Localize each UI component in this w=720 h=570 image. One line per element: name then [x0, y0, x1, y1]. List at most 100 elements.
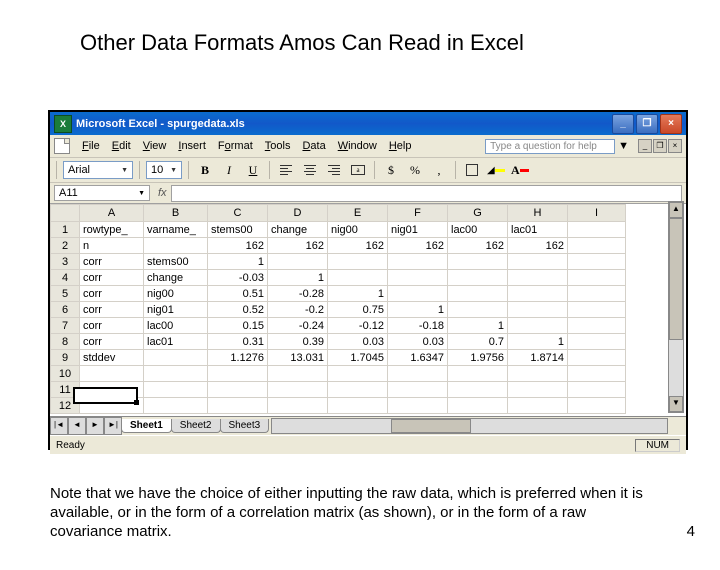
cell[interactable] — [80, 366, 144, 382]
merge-center-button[interactable]: a — [348, 160, 368, 180]
row-header[interactable]: 2 — [51, 238, 80, 254]
horizontal-scrollbar[interactable] — [271, 418, 668, 434]
cell[interactable]: 1.7045 — [328, 350, 388, 366]
scroll-thumb[interactable] — [669, 218, 683, 340]
cell[interactable]: 1 — [208, 254, 268, 270]
cell[interactable] — [568, 366, 626, 382]
cell[interactable]: 162 — [508, 238, 568, 254]
cell[interactable] — [568, 302, 626, 318]
cell[interactable] — [508, 286, 568, 302]
col-header-H[interactable]: H — [508, 205, 568, 222]
cell[interactable]: 162 — [388, 238, 448, 254]
cell[interactable]: 0.39 — [268, 334, 328, 350]
cell[interactable] — [568, 382, 626, 398]
col-header-I[interactable]: I — [568, 205, 626, 222]
cell[interactable]: 1.1276 — [208, 350, 268, 366]
cell[interactable] — [568, 238, 626, 254]
close-button[interactable]: × — [660, 114, 682, 134]
cell[interactable]: 162 — [208, 238, 268, 254]
underline-button[interactable]: U — [243, 160, 263, 180]
scroll-up-icon[interactable]: ▲ — [669, 202, 683, 218]
sheet-tab-3[interactable]: Sheet3 — [220, 419, 270, 433]
cell[interactable] — [448, 398, 508, 414]
cell[interactable] — [448, 254, 508, 270]
align-left-button[interactable] — [276, 160, 296, 180]
cell[interactable] — [144, 398, 208, 414]
row-header[interactable]: 1 — [51, 222, 80, 238]
cell[interactable]: 1 — [388, 302, 448, 318]
cell[interactable]: nig00 — [144, 286, 208, 302]
cell[interactable]: 0.31 — [208, 334, 268, 350]
row-header[interactable]: 7 — [51, 318, 80, 334]
cell[interactable]: 0.52 — [208, 302, 268, 318]
row-header[interactable]: 11 — [51, 382, 80, 398]
cell[interactable]: corr — [80, 318, 144, 334]
cell[interactable] — [268, 254, 328, 270]
cell[interactable]: 0.03 — [388, 334, 448, 350]
cell[interactable]: nig01 — [388, 222, 448, 238]
cell[interactable]: 1 — [328, 286, 388, 302]
cell[interactable] — [388, 270, 448, 286]
cell[interactable] — [328, 366, 388, 382]
font-name-select[interactable]: Arial▼ — [63, 161, 133, 179]
cell[interactable]: varname_ — [144, 222, 208, 238]
cell[interactable]: lac00 — [448, 222, 508, 238]
cell[interactable] — [568, 286, 626, 302]
row-header[interactable]: 8 — [51, 334, 80, 350]
cell[interactable] — [448, 366, 508, 382]
cell[interactable] — [80, 382, 144, 398]
sheet-tab-2[interactable]: Sheet2 — [171, 419, 221, 433]
cell[interactable]: nig01 — [144, 302, 208, 318]
cell[interactable] — [268, 382, 328, 398]
currency-button[interactable]: $ — [381, 160, 401, 180]
cell[interactable] — [328, 270, 388, 286]
cell[interactable] — [508, 318, 568, 334]
cell[interactable]: -0.28 — [268, 286, 328, 302]
sheet-tab-1[interactable]: Sheet1 — [121, 419, 172, 433]
spreadsheet-grid[interactable]: A B C D E F G H I 1rowtype_varname_stems… — [50, 204, 686, 416]
cell[interactable]: 1.6347 — [388, 350, 448, 366]
cell[interactable] — [80, 398, 144, 414]
cell[interactable]: nig00 — [328, 222, 388, 238]
cell[interactable]: corr — [80, 270, 144, 286]
row-header[interactable]: 4 — [51, 270, 80, 286]
tab-first-button[interactable]: |◄ — [50, 417, 68, 435]
tab-prev-button[interactable]: ◄ — [68, 417, 86, 435]
col-header-F[interactable]: F — [388, 205, 448, 222]
cell[interactable] — [568, 334, 626, 350]
cell[interactable] — [208, 382, 268, 398]
help-search-box[interactable]: Type a question for help — [485, 139, 615, 154]
doc-restore-button[interactable]: ❐ — [653, 139, 667, 153]
cell[interactable] — [568, 270, 626, 286]
fx-icon[interactable]: fx — [158, 187, 167, 199]
col-header-D[interactable]: D — [268, 205, 328, 222]
cell[interactable]: 0.03 — [328, 334, 388, 350]
document-icon[interactable] — [54, 138, 70, 154]
col-header-A[interactable]: A — [80, 205, 144, 222]
cell[interactable]: 162 — [448, 238, 508, 254]
cell[interactable]: 1.9756 — [448, 350, 508, 366]
cell[interactable] — [328, 398, 388, 414]
scroll-down-icon[interactable]: ▼ — [669, 396, 683, 412]
font-color-button[interactable]: A — [510, 160, 530, 180]
cell[interactable]: 1 — [508, 334, 568, 350]
menu-help[interactable]: Help — [383, 138, 418, 154]
cell[interactable] — [448, 286, 508, 302]
cell[interactable] — [268, 398, 328, 414]
help-dropdown-icon[interactable]: ▼ — [618, 140, 629, 152]
cell[interactable]: lac00 — [144, 318, 208, 334]
cell[interactable] — [568, 318, 626, 334]
row-header[interactable]: 9 — [51, 350, 80, 366]
col-header-C[interactable]: C — [208, 205, 268, 222]
cell[interactable]: stddev — [80, 350, 144, 366]
italic-button[interactable]: I — [219, 160, 239, 180]
row-header[interactable]: 6 — [51, 302, 80, 318]
cell[interactable] — [268, 366, 328, 382]
cell[interactable] — [388, 382, 448, 398]
cell[interactable] — [144, 382, 208, 398]
cell[interactable] — [508, 302, 568, 318]
cell[interactable] — [568, 222, 626, 238]
cell[interactable]: -0.18 — [388, 318, 448, 334]
bold-button[interactable]: B — [195, 160, 215, 180]
cell[interactable] — [328, 254, 388, 270]
